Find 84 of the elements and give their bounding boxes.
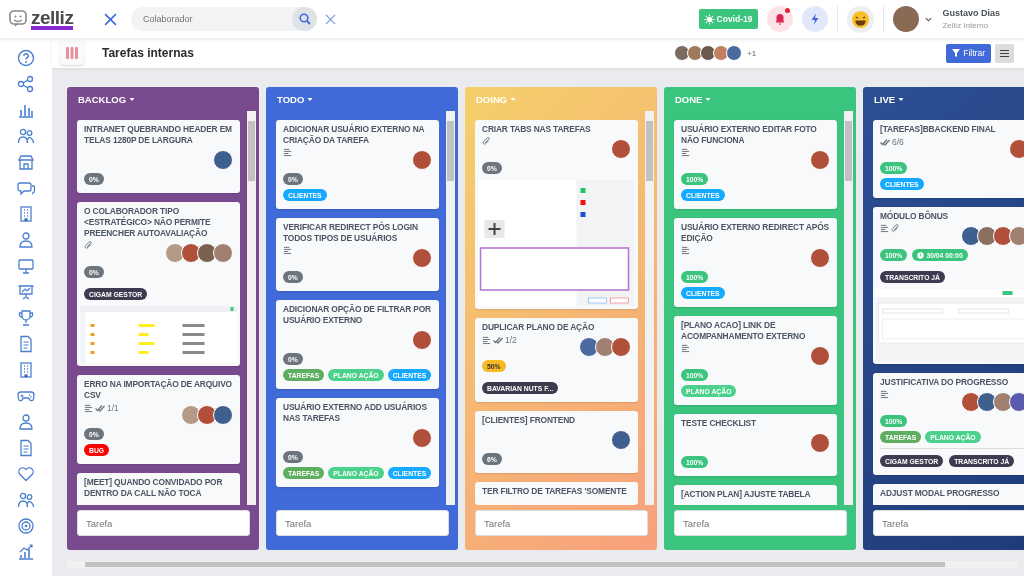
- person-icon[interactable]: [17, 231, 35, 249]
- building-icon[interactable]: [17, 205, 35, 223]
- task-card[interactable]: ADJUST MODAL PROGRESSO: [873, 484, 1024, 505]
- card-title: [TAREFAS]BBACKEND FINAL: [880, 124, 997, 135]
- document-icon[interactable]: [17, 335, 35, 353]
- store-icon[interactable]: [17, 153, 35, 171]
- scrollbar[interactable]: [446, 111, 455, 505]
- chat-icon[interactable]: [17, 179, 35, 197]
- building-icon[interactable]: [17, 361, 35, 379]
- clear-icon[interactable]: [325, 13, 336, 25]
- column-title[interactable]: BACKLOG: [78, 93, 127, 105]
- people-icon[interactable]: [17, 491, 35, 509]
- card-title: INTRANET QUEBRANDO HEADER EM TELAS 1280P DE LARGURA: [84, 124, 233, 146]
- logo-text: zelliz: [31, 8, 74, 30]
- task-input[interactable]: Tarefa: [475, 510, 648, 536]
- task-input[interactable]: Tarefa: [674, 510, 847, 536]
- document-icon[interactable]: [17, 439, 35, 457]
- card-title: ERRO NA IMPORTAÇÃO DE ARQUIVO CSV: [84, 379, 233, 401]
- emoji-button[interactable]: [847, 5, 875, 33]
- user-company: Zelliz Interno: [942, 21, 990, 30]
- card-title: TESTE CHECKLIST: [681, 418, 757, 429]
- trophy-icon[interactable]: [17, 309, 35, 327]
- caret-icon[interactable]: [898, 96, 905, 102]
- column-title[interactable]: TODO: [277, 93, 305, 105]
- card-title: [ACTION PLAN] AJUSTE TABELA: [681, 489, 812, 500]
- card-title: ADICIONAR OPÇÃO DE FILTRAR POR USUÁRIO EXTERNO: [283, 304, 432, 326]
- bell-icon: [774, 13, 787, 25]
- logo-icon: [9, 10, 27, 28]
- nodes-icon[interactable]: [17, 75, 35, 93]
- card-title: [CLIENTES] FRONTEND: [482, 415, 576, 426]
- help-icon[interactable]: [17, 49, 35, 67]
- scrollbar[interactable]: [67, 561, 1018, 568]
- laughing-emoji-icon: [851, 9, 871, 29]
- task-card[interactable]: TER FILTRO DE TAREFAS 'SOMENTE: [475, 482, 638, 505]
- scrollbar[interactable]: [247, 111, 256, 505]
- card-title: O COLABORADOR TIPO <ESTRATÉGICO> NÃO PERMITE PREENCHER AUTOAVALIAÇÃO: [84, 206, 212, 239]
- checklist-count: 6/6: [880, 137, 904, 147]
- caret-icon[interactable]: [307, 96, 314, 102]
- lightning-button[interactable]: [802, 6, 829, 32]
- caret-icon[interactable]: [129, 96, 136, 102]
- virus-icon: [703, 13, 715, 25]
- task-card[interactable]: [ACTION PLAN] AJUSTE TABELA: [674, 485, 837, 505]
- heart-icon[interactable]: [17, 465, 35, 483]
- caret-icon[interactable]: [925, 15, 933, 23]
- task-input[interactable]: Tarefa: [276, 510, 449, 536]
- filter-button[interactable]: Filtrar: [946, 43, 991, 63]
- card-title: [MEET] QUANDO CONVIDADO POR DENTRO DA CALL NÃO TOCA: [84, 477, 224, 499]
- kanban-icon: [60, 41, 84, 65]
- scrollbar[interactable]: [645, 111, 654, 505]
- person-icon[interactable]: [17, 413, 35, 431]
- menu-button[interactable]: [995, 43, 1014, 63]
- more-members-count: +1: [747, 48, 757, 58]
- column-title[interactable]: LIVE: [874, 93, 896, 105]
- user-name: Gustavo Dias: [942, 8, 1000, 18]
- notifications-button[interactable]: [767, 6, 794, 32]
- search-icon: [298, 13, 311, 25]
- task-card[interactable]: [MEET] QUANDO CONVIDADO POR DENTRO DA CALL NÃO TOCA: [77, 473, 240, 505]
- card-title: MÓDULO BÔNUS: [880, 211, 949, 222]
- funnel-icon: [952, 49, 961, 57]
- card-title: USUÁRIO EXTERNO REDIRECT APÓS EDIÇÃO: [681, 222, 830, 244]
- card-title: ADJUST MODAL PROGRESSO: [880, 488, 1001, 499]
- board-title: Tarefas internas: [102, 46, 194, 60]
- checklist-count: 1/2: [493, 335, 517, 345]
- search-button[interactable]: [292, 7, 317, 31]
- task-input[interactable]: Tarefa: [873, 510, 1024, 536]
- checklist-count: 1/1: [95, 403, 119, 413]
- people-icon[interactable]: [17, 127, 35, 145]
- card-title: USUÁRIO EXTERNO EDITAR FOTO NÃO FUNCIONA: [681, 124, 818, 146]
- task-input[interactable]: Tarefa: [77, 510, 250, 536]
- presentation-icon[interactable]: [17, 283, 35, 301]
- card-title: JUSTIFICATIVA DO PROGRESSO: [880, 377, 1010, 388]
- card-title: USUÁRIO EXTERNO ADD USUÁRIOS NAS TAREFAS: [283, 402, 428, 424]
- target-icon[interactable]: [17, 517, 35, 535]
- monitor-icon[interactable]: [17, 257, 35, 275]
- card-title: [PLANO ACAO] LINK DE ACOMPANHAMENTO EXTERNO: [681, 320, 807, 342]
- card-title: DUPLICAR PLANO DE AÇÃO: [482, 322, 596, 333]
- card-title: CRIAR TABS NAS TAREFAS: [482, 124, 592, 135]
- card-title: TER FILTRO DE TAREFAS 'SOMENTE: [482, 486, 628, 497]
- close-icon[interactable]: [104, 12, 117, 26]
- scrollbar[interactable]: [844, 111, 853, 505]
- growth-icon[interactable]: [17, 543, 35, 561]
- menu-icon: [1000, 48, 1009, 58]
- card-title: ADICIONAR USUÁRIO EXTERNO NA CRIAÇÃO DA TAREFA: [283, 124, 426, 146]
- card-title: VERIFICAR REDIRECT PÓS LOGIN TODOS TIPOS DE USUÁRIOS: [283, 222, 419, 244]
